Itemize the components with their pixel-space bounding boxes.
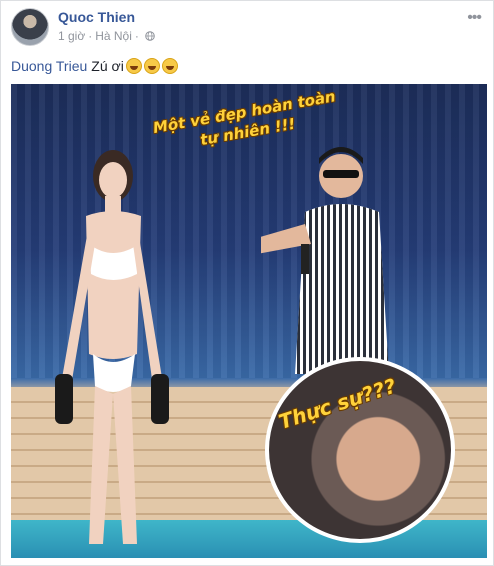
post-meta: 1 giờ · Hà Nội · [58, 29, 155, 43]
post-card: Quoc Thien 1 giờ · Hà Nội · ••• Duong Tr… [0, 0, 494, 566]
author-avatar[interactable] [11, 8, 49, 46]
post-time[interactable]: 1 giờ [58, 29, 85, 43]
mention-link[interactable]: Duong Trieu [11, 58, 87, 74]
meta-separator: · [88, 29, 93, 43]
grinning-sweat-emoji-icon [125, 58, 142, 74]
post-text: Duong Trieu Zú ơi [11, 58, 178, 74]
post-location[interactable]: Hà Nội [95, 29, 132, 43]
model-figure [55, 150, 169, 544]
post-message: Zú ơi [91, 58, 124, 74]
author-name[interactable]: Quoc Thien [58, 9, 135, 25]
grinning-sweat-emoji-icon [143, 58, 160, 74]
post-photo[interactable]: Một vẻ đẹp hoàn toàn tự nhiên !!! Thực s… [11, 84, 487, 558]
globe-icon [145, 31, 155, 41]
more-options-icon[interactable]: ••• [467, 9, 482, 27]
meta-separator-2: · [134, 29, 139, 43]
grinning-sweat-emoji-icon [161, 58, 178, 74]
